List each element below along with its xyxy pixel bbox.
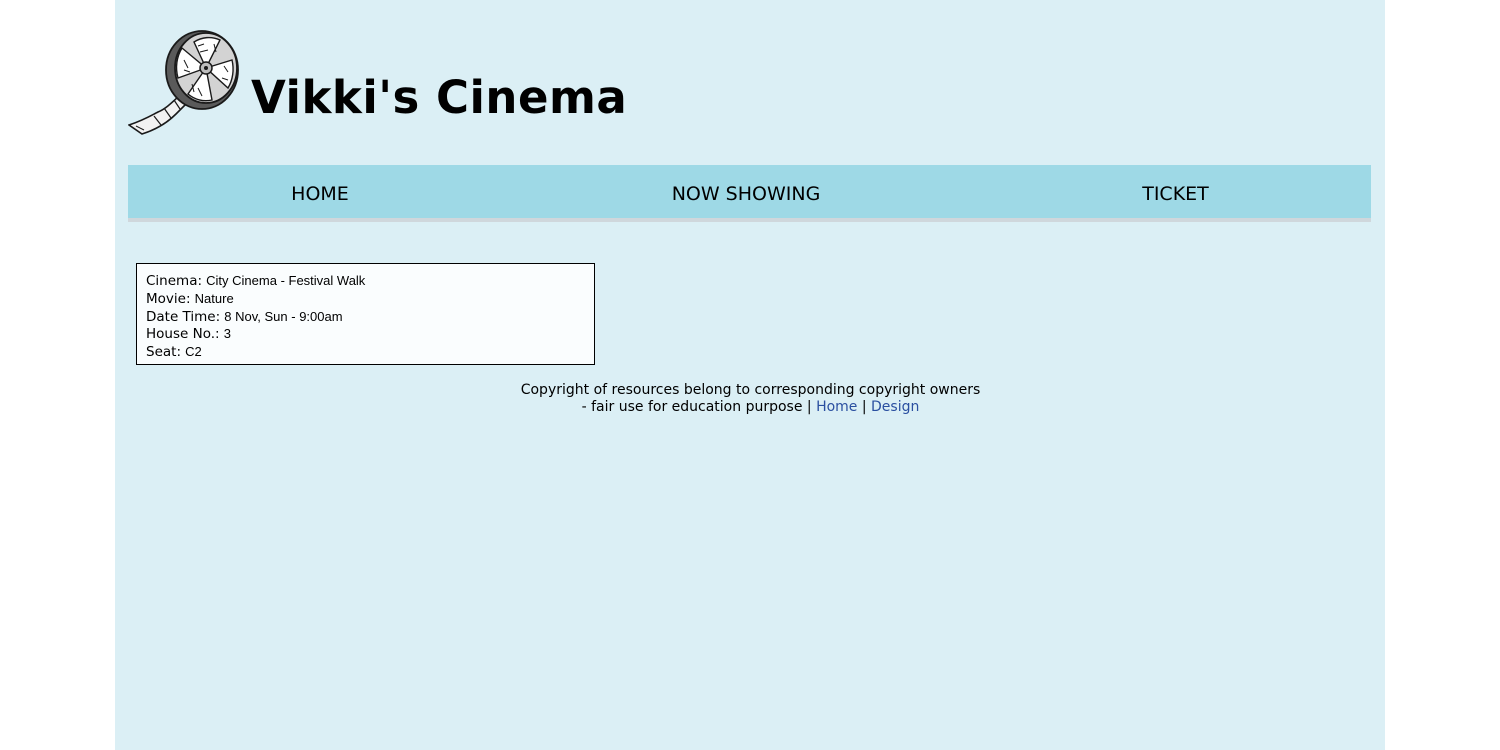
movie-label: Movie: [146, 290, 191, 307]
footer-home-link[interactable]: Home [816, 399, 857, 415]
footer-links-line: - fair use for education purpose | Home … [115, 399, 1385, 416]
footer-design-link[interactable]: Design [871, 399, 919, 415]
datetime-value: 8 Nov, Sun - 9:00am [224, 308, 343, 324]
main-nav: HOME NOW SHOWING TICKET [128, 165, 1371, 222]
nav-ticket[interactable]: TICKET [980, 165, 1371, 218]
ticket-summary: Cinema: City Cinema - Festival Walk Movi… [136, 263, 595, 365]
ticket-row-seat: Seat: C2 [146, 344, 594, 362]
cinema-value: City Cinema - Festival Walk [206, 273, 366, 288]
site-header: Vikki's Cinema [127, 26, 828, 136]
ticket-row-cinema: Cinema: City Cinema - Festival Walk [146, 273, 594, 291]
footer-fair-use: - fair use for education purpose | [581, 399, 812, 415]
cinema-label: Cinema: [146, 273, 203, 289]
house-label: House No.: [146, 326, 220, 343]
footer-separator: | [861, 399, 867, 415]
page-container: Vikki's Cinema HOME NOW SHOWING TICKET C… [115, 0, 1385, 750]
datetime-label: Date Time: [146, 308, 221, 325]
nav-home[interactable]: HOME [128, 165, 512, 218]
ticket-row-movie: Movie: Nature [146, 291, 594, 309]
seat-value: C2 [185, 344, 202, 360]
footer-copyright: Copyright of resources belong to corresp… [520, 382, 981, 398]
site-title: Vikki's Cinema [251, 71, 628, 124]
film-reel-icon[interactable] [127, 26, 240, 136]
site-footer: Copyright of resources belong to corresp… [115, 382, 1385, 416]
house-value: 3 [223, 326, 231, 342]
ticket-row-datetime: Date Time: 8 Nov, Sun - 9:00am [146, 309, 594, 327]
movie-value: Nature [194, 290, 234, 306]
ticket-row-house: House No.: 3 [146, 326, 594, 344]
seat-label: Seat: [146, 344, 181, 361]
nav-now-showing[interactable]: NOW SHOWING [512, 165, 980, 218]
